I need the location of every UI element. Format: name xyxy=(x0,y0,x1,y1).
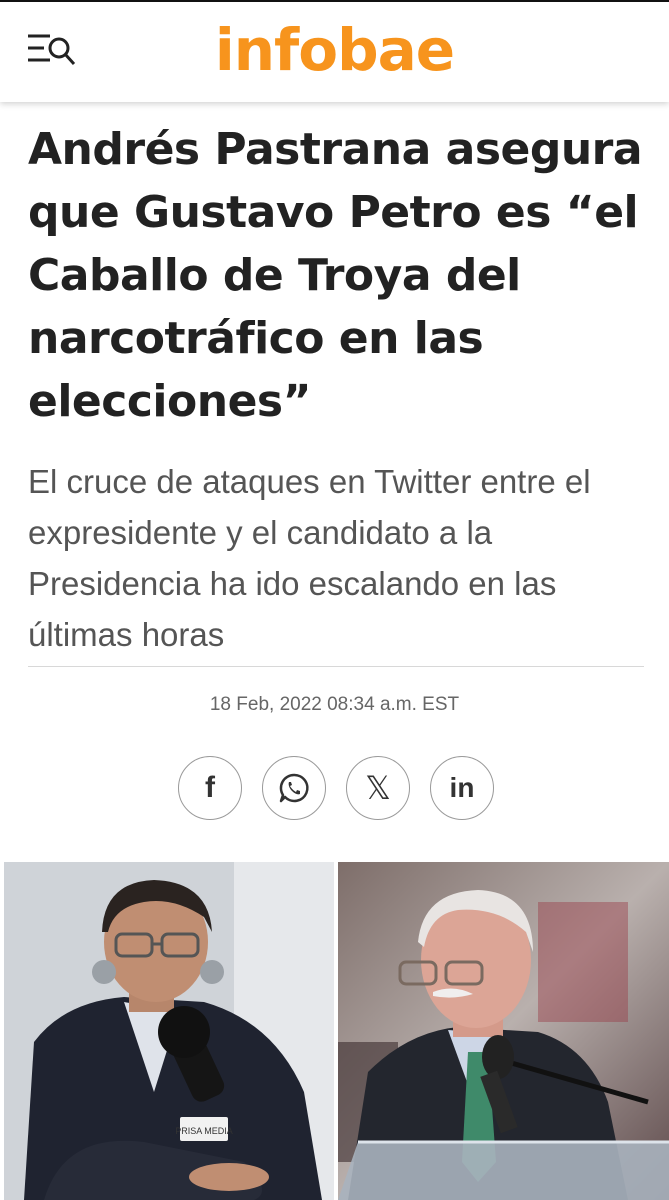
whatsapp-icon xyxy=(279,773,309,803)
article-subtitle: El cruce de ataques en Twitter entre el … xyxy=(28,463,591,653)
share-whatsapp-button[interactable] xyxy=(262,756,326,820)
article-timestamp: 18 Feb, 2022 08:34 a.m. EST xyxy=(209,694,460,715)
divider xyxy=(28,666,644,667)
x-icon: 𝕏 xyxy=(365,769,391,807)
mic-flag-label: PRISA MEDIA xyxy=(175,1126,233,1136)
share-x-button[interactable]: 𝕏 xyxy=(346,756,410,820)
facebook-icon: f xyxy=(205,771,215,804)
petro-photo: PRISA MEDIA xyxy=(4,862,334,1200)
top-header: infobae xyxy=(0,0,669,102)
linkedin-icon: in xyxy=(449,772,475,803)
share-facebook-button[interactable]: f xyxy=(178,756,242,820)
article-headline: Andrés Pastrana asegura que Gustavo Petr… xyxy=(28,124,643,427)
pastrana-photo xyxy=(338,862,669,1200)
share-linkedin-button[interactable]: in xyxy=(430,756,494,820)
site-logo[interactable]: infobae xyxy=(0,14,669,86)
